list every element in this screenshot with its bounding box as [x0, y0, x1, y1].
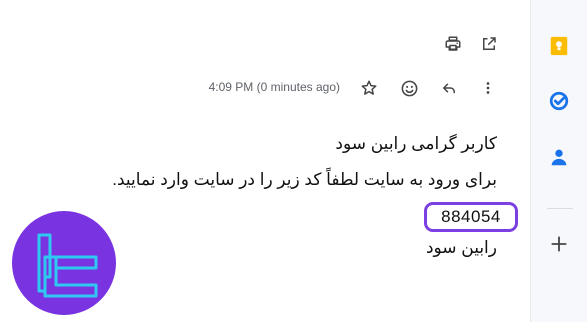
brand-logo [12, 211, 116, 315]
star-outline-icon[interactable] [357, 76, 381, 100]
more-vertical-icon[interactable] [476, 76, 500, 100]
email-greeting: کاربر گرامی رابین سود [335, 134, 497, 153]
verification-code: 884054 [441, 207, 501, 226]
email-reading-pane: 4:09 PM (0 minutes ago) کاربر گرامی رابی… [0, 0, 530, 322]
email-signature: رابین سود [425, 238, 497, 257]
side-panel [530, 0, 587, 322]
message-timestamp: 4:09 PM (0 minutes ago) [208, 80, 340, 94]
open-in-new-window-icon[interactable] [477, 32, 501, 56]
email-instruction: برای ورود به سایت لطفاً کد زیر را در سای… [112, 170, 497, 189]
add-icon[interactable] [547, 232, 571, 256]
emoji-reaction-icon[interactable] [397, 76, 421, 100]
verification-code-highlight: 884054 [424, 202, 518, 232]
side-panel-divider [547, 208, 573, 209]
reply-icon[interactable] [437, 76, 461, 100]
tasks-icon[interactable] [547, 89, 571, 113]
contacts-icon[interactable] [547, 145, 571, 169]
keep-icon[interactable] [547, 34, 571, 58]
print-icon[interactable] [441, 32, 465, 56]
